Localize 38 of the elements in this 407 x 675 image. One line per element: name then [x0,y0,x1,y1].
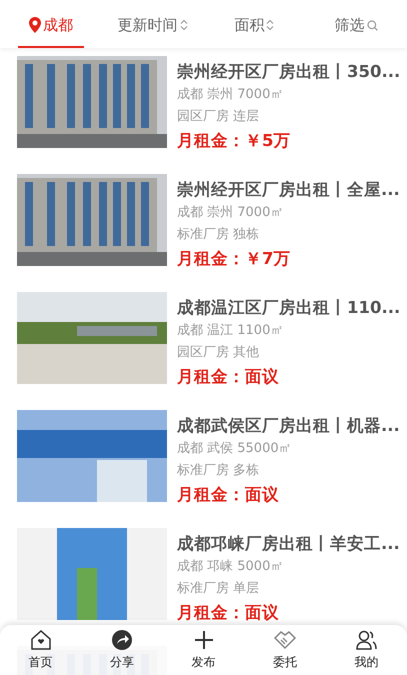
listing-tags: 标准厂房 多栋 [177,460,397,482]
listing-price: 月租金：￥5万 [177,130,292,152]
handshake-icon [272,629,297,651]
listing-tags: 标准厂房 独栋 [177,224,397,246]
sort-icon [266,19,274,31]
listing-price: 月租金：￥7万 [177,248,292,270]
listing-tags: 标准厂房 单层 [177,578,397,600]
plus-icon [192,629,215,651]
tab-bar-item[interactable]: 委托 [244,625,326,675]
person-icon [355,629,378,651]
listing-title: 成都温江区厂房出租丨110... [177,297,397,319]
listing-price: 月租金：面议 [177,366,280,388]
share-icon [111,629,134,651]
listing-title: 崇州经开区厂房出租丨350... [177,61,397,83]
tab-bar-item[interactable]: 发布 [162,625,244,675]
filter-tab[interactable]: 面积 [204,2,306,48]
tab-bar-item[interactable]: 我的 [326,625,407,675]
listing-title: 成都武侯区厂房出租丨机器... [177,415,397,437]
listing-tags: 园区厂房 其他 [177,342,397,364]
listing-price: 月租金：面议 [177,484,280,506]
listing-price: 月租金：面议 [177,602,280,624]
listing-title: 崇州经开区厂房出租丨全屋... [177,179,397,201]
tab-bar-item[interactable]: 分享 [81,625,163,675]
filter-tab[interactable]: 成都 [0,2,102,48]
filter-tab[interactable]: 更新时间 [102,2,204,48]
listing-location: 成都 崇州 7000㎡ [177,204,284,222]
listing-location: 成都 邛崃 5000㎡ [177,558,284,576]
listing-title: 成都邛崃厂房出租丨羊安工... [177,533,397,555]
location-pin-icon [28,17,41,33]
tab-bar-item[interactable]: 首页 [0,625,82,675]
home-icon [30,629,52,651]
listing-location: 成都 武侯 55000㎡ [177,440,293,458]
listing-location: 成都 崇州 7000㎡ [177,86,284,104]
listing-location: 成都 温江 1100㎡ [177,322,284,340]
sort-icon [180,19,188,31]
search-icon [366,20,378,30]
filter-tab[interactable]: 筛选 [305,2,407,48]
listing-tags: 园区厂房 连层 [177,106,397,128]
